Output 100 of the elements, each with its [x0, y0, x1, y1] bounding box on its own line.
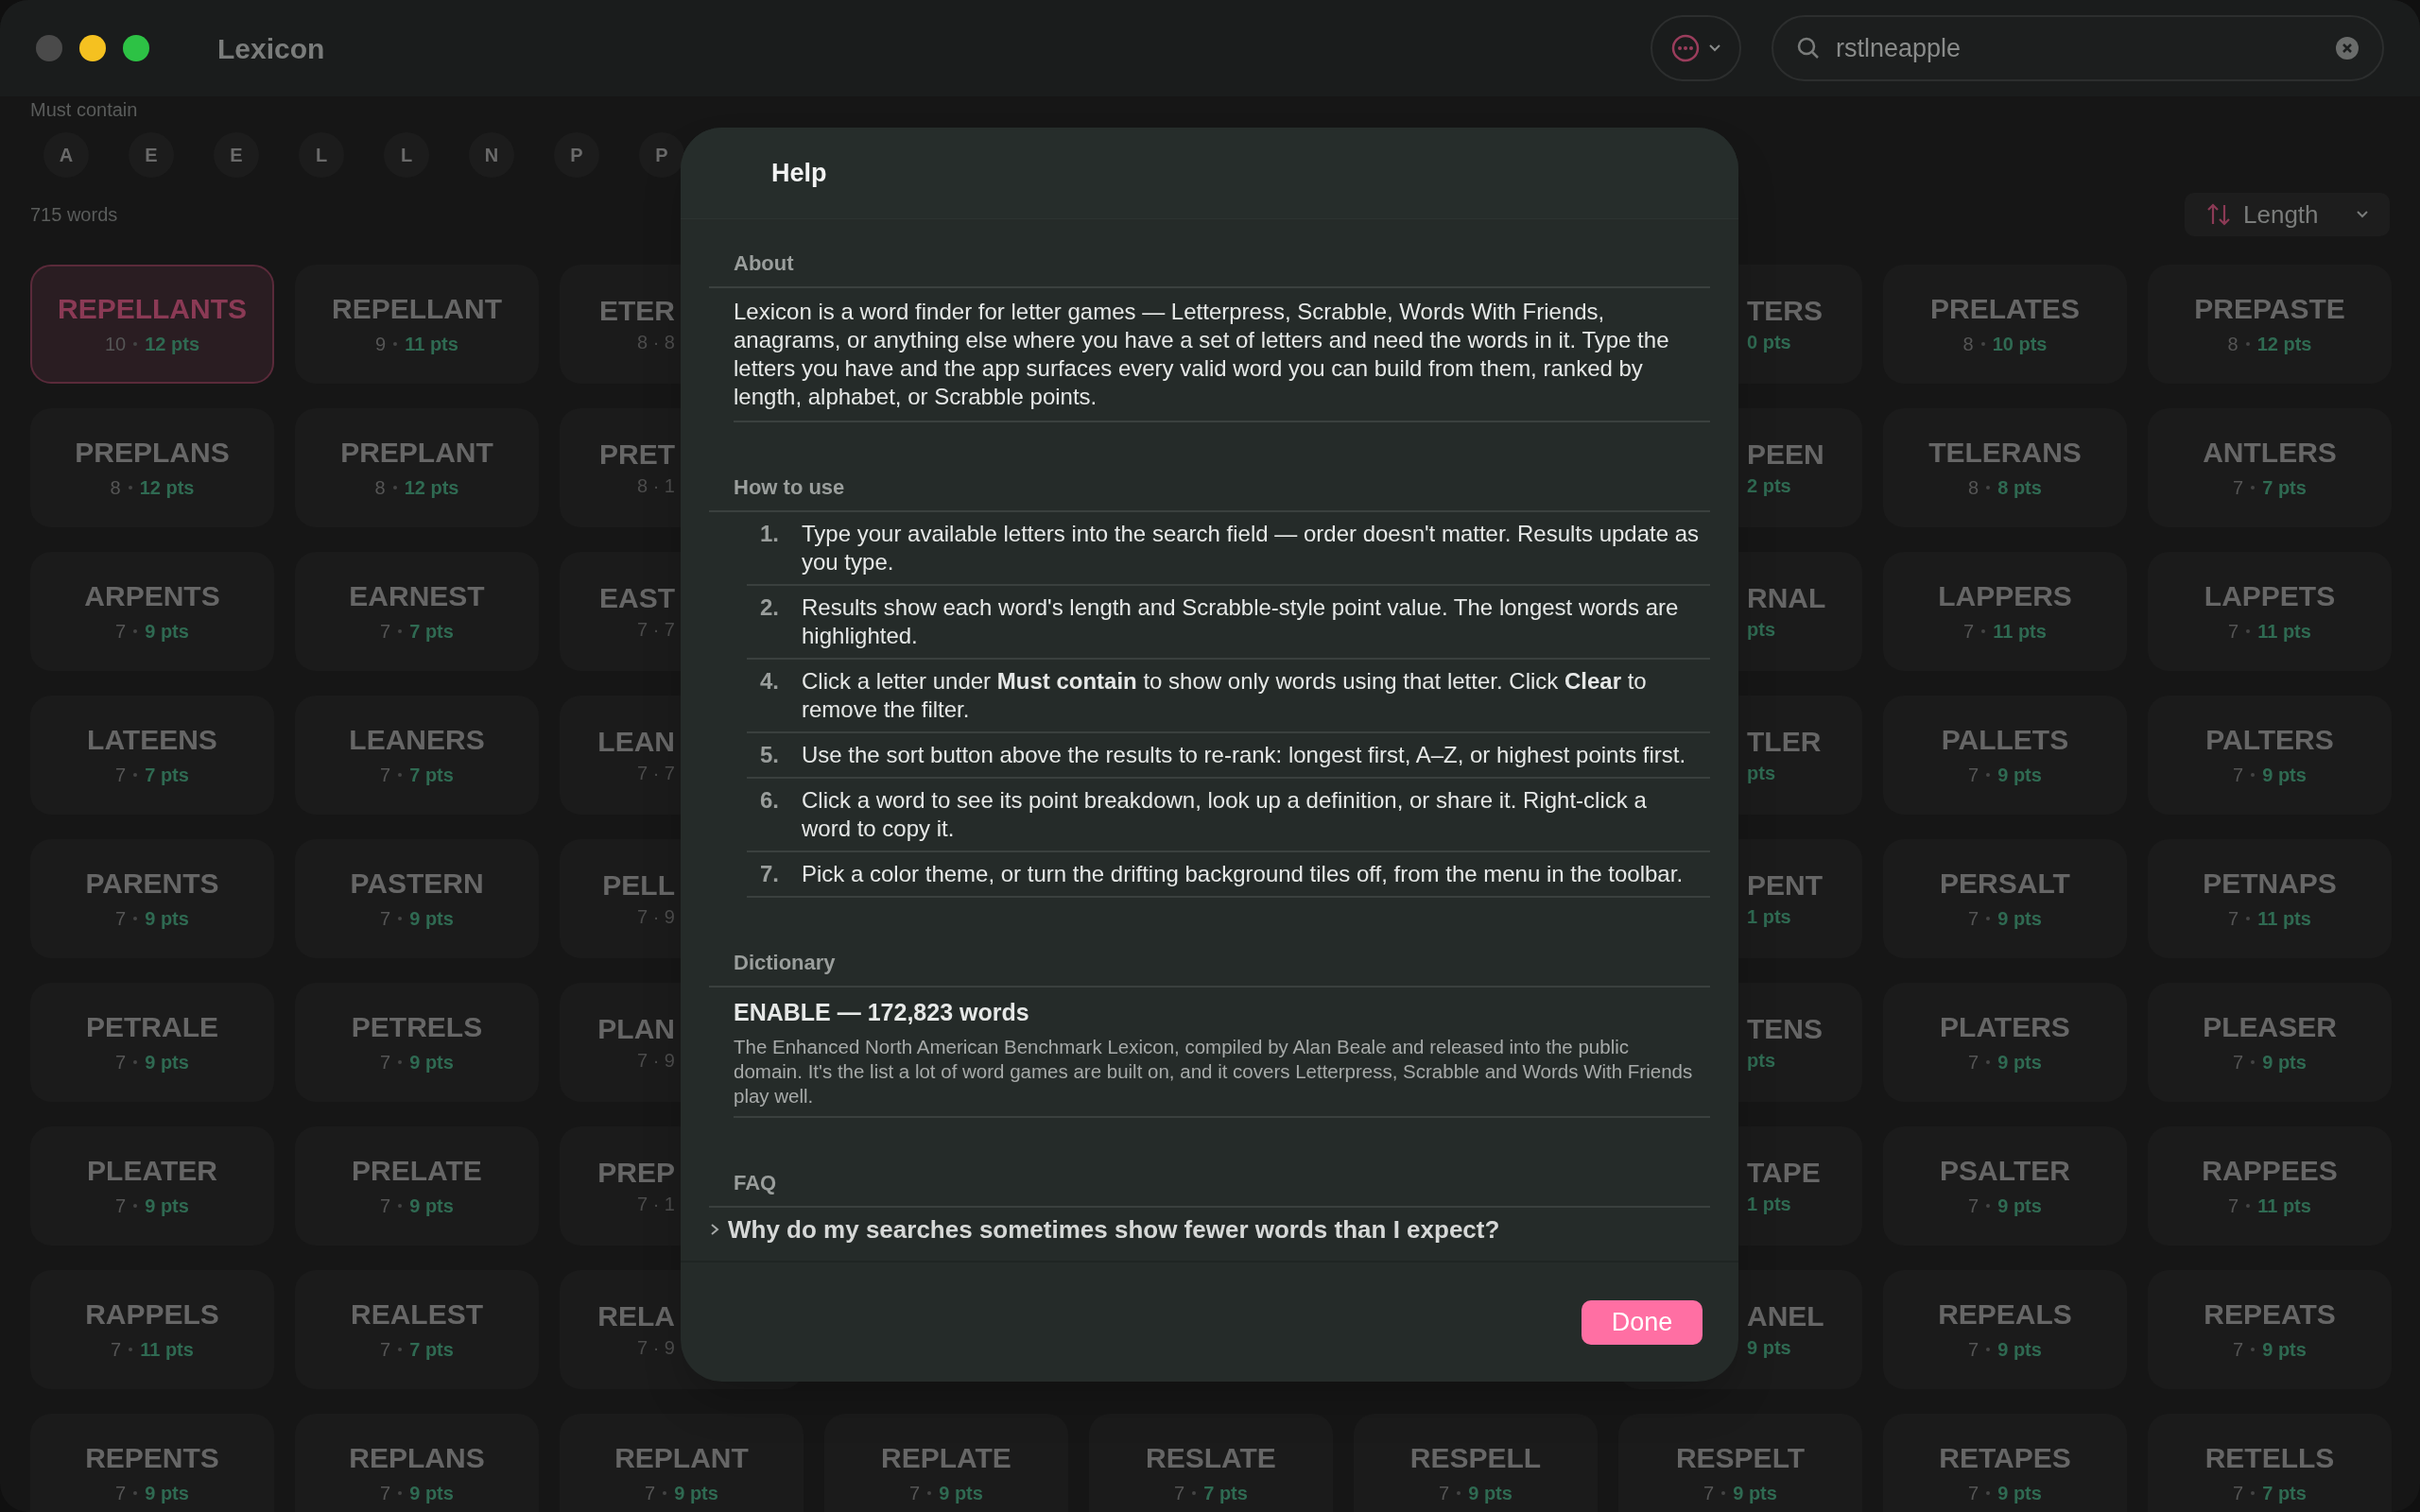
tile-points: 9 pts [145, 622, 189, 641]
tile-word: RETELLS [2204, 1444, 2335, 1472]
tile-length: 7 [115, 1484, 127, 1503]
tile-points: 7 pts [2262, 478, 2307, 497]
tile-points: 9 pts [409, 1053, 454, 1072]
tile-points: 9 pts [1468, 1484, 1512, 1503]
tile-length: 7 [1968, 1196, 1979, 1215]
tile-word: REALEST [351, 1300, 483, 1329]
tile-points: 7 pts [409, 765, 454, 784]
tile-points: 9 pts [145, 1196, 189, 1215]
step-number: 1. [760, 520, 780, 548]
tile-word: REPEATS [2204, 1300, 2336, 1329]
tile-word: ANTLERS [2203, 438, 2337, 467]
tile-points: 8 pts [1997, 478, 2042, 497]
step-number: 5. [760, 741, 780, 769]
tile-length: 7 [1968, 1340, 1979, 1359]
tile-length: 7 [2233, 1340, 2244, 1359]
tile-length: 7 [1174, 1484, 1185, 1503]
tile-word: ARPENTS [84, 582, 220, 610]
tile-points: 9 pts [409, 909, 454, 928]
tile-word: RNAL [1747, 584, 1826, 612]
tile-points: 9 pts [145, 909, 189, 928]
tile-length: 7 [2233, 1484, 2244, 1503]
tile-length: 7 [909, 1484, 921, 1503]
tile-points: 7 pts [2262, 1484, 2307, 1503]
tile-word: REPLANT [614, 1444, 749, 1472]
tile-points: 9 pts [1997, 1340, 2042, 1359]
tile-length: 7 [1968, 1484, 1979, 1503]
tile-points: 11 pts [405, 335, 458, 353]
tile-points: 12 pts [404, 478, 459, 497]
tile-word: PRET [599, 440, 675, 469]
tile-word: TAPE [1747, 1159, 1821, 1187]
tile-points: 9 pts [1733, 1484, 1777, 1503]
tile-length: 7 [380, 1340, 391, 1359]
tile-meta: 2 pts [1747, 476, 1791, 495]
tile-word: PELL [602, 871, 675, 900]
tile-word: PSALTER [1940, 1157, 2070, 1185]
tile-word: REPLANS [349, 1444, 485, 1472]
tile-length: 7 [111, 1340, 122, 1359]
tile-length: 7 [115, 1053, 127, 1072]
tile-word: PLEATER [87, 1157, 217, 1185]
tile-points: 9 pts [939, 1484, 983, 1503]
tile-meta: 1 pts [1747, 907, 1791, 926]
tile-word: LAPPETS [2204, 582, 2336, 610]
tile-length: 7 [380, 765, 391, 784]
tile-word: PLAN [597, 1015, 675, 1043]
tile-points: 11 pts [140, 1340, 194, 1359]
tile-length: 7 [2233, 765, 2244, 784]
tile-word: PLEASER [2203, 1013, 2337, 1041]
tile-points: 7 pts [145, 765, 189, 784]
tile-word: PREPLANS [75, 438, 230, 467]
tile-meta: 1 pts [1747, 1194, 1791, 1213]
tile-word: PREPLANT [340, 438, 493, 467]
tile-word: RESPELL [1409, 1444, 1542, 1472]
tile-points: 9 pts [1997, 909, 2042, 928]
tile-length: 7 [380, 909, 391, 928]
tile-word: RAPPEES [2202, 1157, 2338, 1185]
tile-length: 8 [1962, 335, 1974, 353]
filter-label: Must contain [30, 100, 139, 119]
tile-length: 7 [2228, 909, 2239, 928]
step-number: 4. [760, 667, 780, 696]
tile-points: 9 pts [2262, 1053, 2307, 1072]
tile-meta: pts [1747, 764, 1775, 782]
tile-word: TERS [1747, 297, 1823, 325]
section-heading: FAQ [734, 1170, 777, 1194]
tile-word: PENT [1747, 871, 1823, 900]
dialog-title: Help [771, 157, 827, 189]
tile-word: LAPPERS [1938, 582, 2072, 610]
tile-length: 7 [380, 1053, 391, 1072]
tile-word: RELA [597, 1302, 675, 1331]
tile-length: 7 [1439, 1484, 1450, 1503]
step-number: 6. [760, 786, 780, 815]
tile-points: 9 pts [2262, 765, 2307, 784]
tile-word: LEAN [597, 728, 675, 756]
tile-length: 7 [2233, 1053, 2244, 1072]
section-heading: About [734, 251, 794, 275]
tile-length: 7 [645, 1484, 656, 1503]
step-number: 2. [760, 593, 780, 622]
tile-word: LATEENS [87, 726, 217, 754]
tile-length: 7 [380, 1484, 391, 1503]
tile-length: 7 [1968, 1053, 1979, 1072]
tile-length: 7 [2228, 622, 2239, 641]
tile-points: 9 pts [2262, 1340, 2307, 1359]
tile-points: 11 pts [2257, 622, 2311, 641]
tile-meta: pts [1747, 1051, 1775, 1070]
tile-points: 12 pts [145, 335, 200, 353]
tile-word: PALTERS [2205, 726, 2334, 754]
tile-length: 7 [115, 622, 127, 641]
tile-word: PALLETS [1941, 726, 2069, 754]
tile-word: PREP [597, 1159, 675, 1187]
tile-word: REPEALS [1938, 1300, 2072, 1329]
tile-points: 9 pts [1997, 1196, 2042, 1215]
tile-length: 7 [1968, 909, 1979, 928]
tile-points: 10 pts [1992, 335, 2048, 353]
tile-points: 9 pts [1997, 765, 2042, 784]
dictionary-name: ENABLE — 172,823 words [734, 998, 1030, 1027]
tile-word: REPLATE [881, 1444, 1011, 1472]
tile-points: 9 pts [145, 1053, 189, 1072]
tile-points: 7 pts [409, 622, 454, 641]
tile-word: EARNEST [349, 582, 485, 610]
